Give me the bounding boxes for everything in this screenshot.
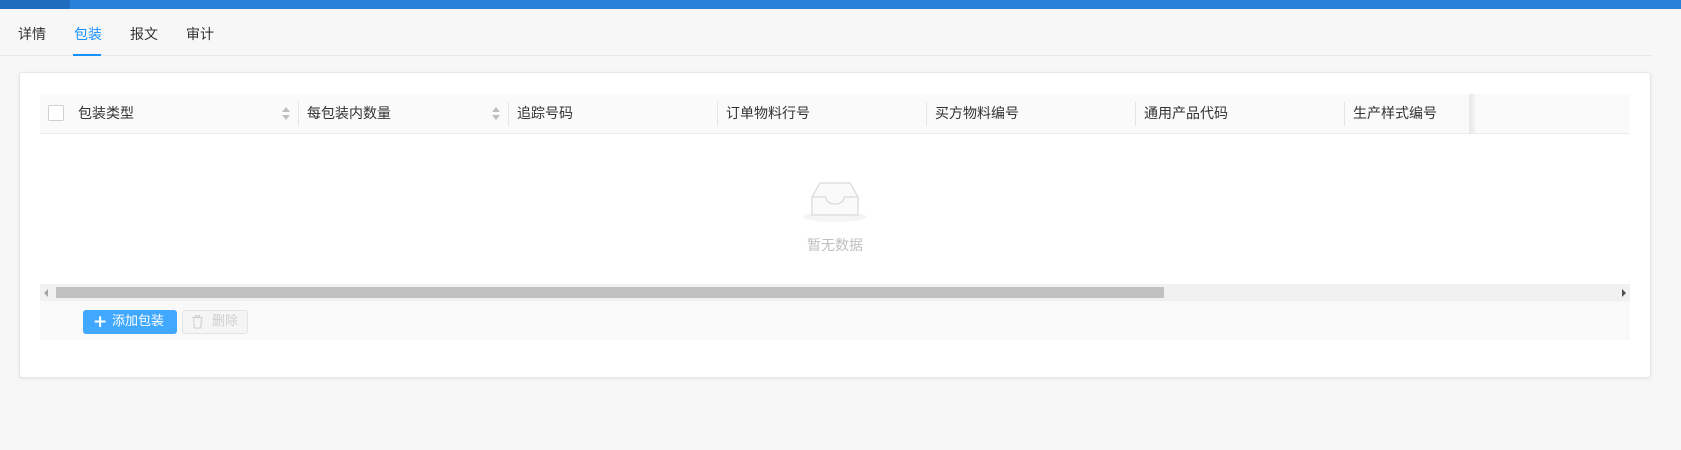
column-header-order-line-number: 订单物料行号 — [726, 106, 810, 122]
packaging-card: 包装类型 每包装内数量 追踪号码 订单物料行号 买方物料编号 通用产品代码 生产… — [19, 72, 1651, 378]
column-divider — [1135, 102, 1136, 126]
tab-messages[interactable]: 报文 — [130, 24, 158, 44]
scrollbar-thumb[interactable] — [56, 287, 1164, 298]
add-package-label: 添加包装 — [112, 314, 165, 329]
trash-icon — [192, 315, 203, 329]
tab-bar: 详情 包装 报文 审计 — [0, 9, 1652, 56]
column-divider — [298, 102, 299, 126]
table-header: 包装类型 每包装内数量 追踪号码 订单物料行号 买方物料编号 通用产品代码 生产… — [40, 94, 1630, 134]
tab-packaging[interactable]: 包装 — [74, 24, 102, 44]
delete-button[interactable]: 删除 — [182, 310, 248, 334]
horizontal-scrollbar[interactable] — [40, 284, 1630, 301]
tab-details[interactable]: 详情 — [18, 24, 46, 44]
sort-icon[interactable] — [492, 107, 500, 121]
tab-audit[interactable]: 审计 — [186, 24, 214, 44]
column-header-production-style-number: 生产样式编号 — [1353, 106, 1437, 122]
column-header-tracking-number: 追踪号码 — [517, 106, 573, 122]
column-divider — [926, 102, 927, 126]
scroll-left-icon[interactable] — [44, 289, 48, 297]
add-package-button[interactable]: + 添加包装 — [83, 310, 177, 334]
empty-state-text: 暂无数据 — [807, 238, 863, 254]
delete-label: 删除 — [212, 314, 239, 329]
select-all-checkbox[interactable] — [48, 105, 64, 121]
table-footer: + 添加包装 删除 — [40, 301, 1630, 340]
top-app-bar — [0, 0, 1681, 9]
column-divider — [508, 102, 509, 126]
column-divider — [1344, 102, 1345, 126]
active-tab-indicator — [73, 54, 101, 56]
fixed-column-shadow — [1469, 94, 1475, 134]
column-header-package-type[interactable]: 包装类型 — [78, 94, 134, 134]
scroll-right-icon[interactable] — [1622, 289, 1626, 297]
empty-inbox-icon — [803, 182, 867, 222]
column-header-upc: 通用产品代码 — [1144, 106, 1228, 122]
column-header-qty-per-package[interactable]: 每包装内数量 — [307, 94, 391, 134]
column-header-buyer-material-number: 买方物料编号 — [935, 106, 1019, 122]
column-divider — [717, 102, 718, 126]
sort-icon[interactable] — [282, 107, 290, 121]
plus-icon: + — [93, 312, 108, 332]
top-app-bar-segment — [0, 0, 70, 9]
